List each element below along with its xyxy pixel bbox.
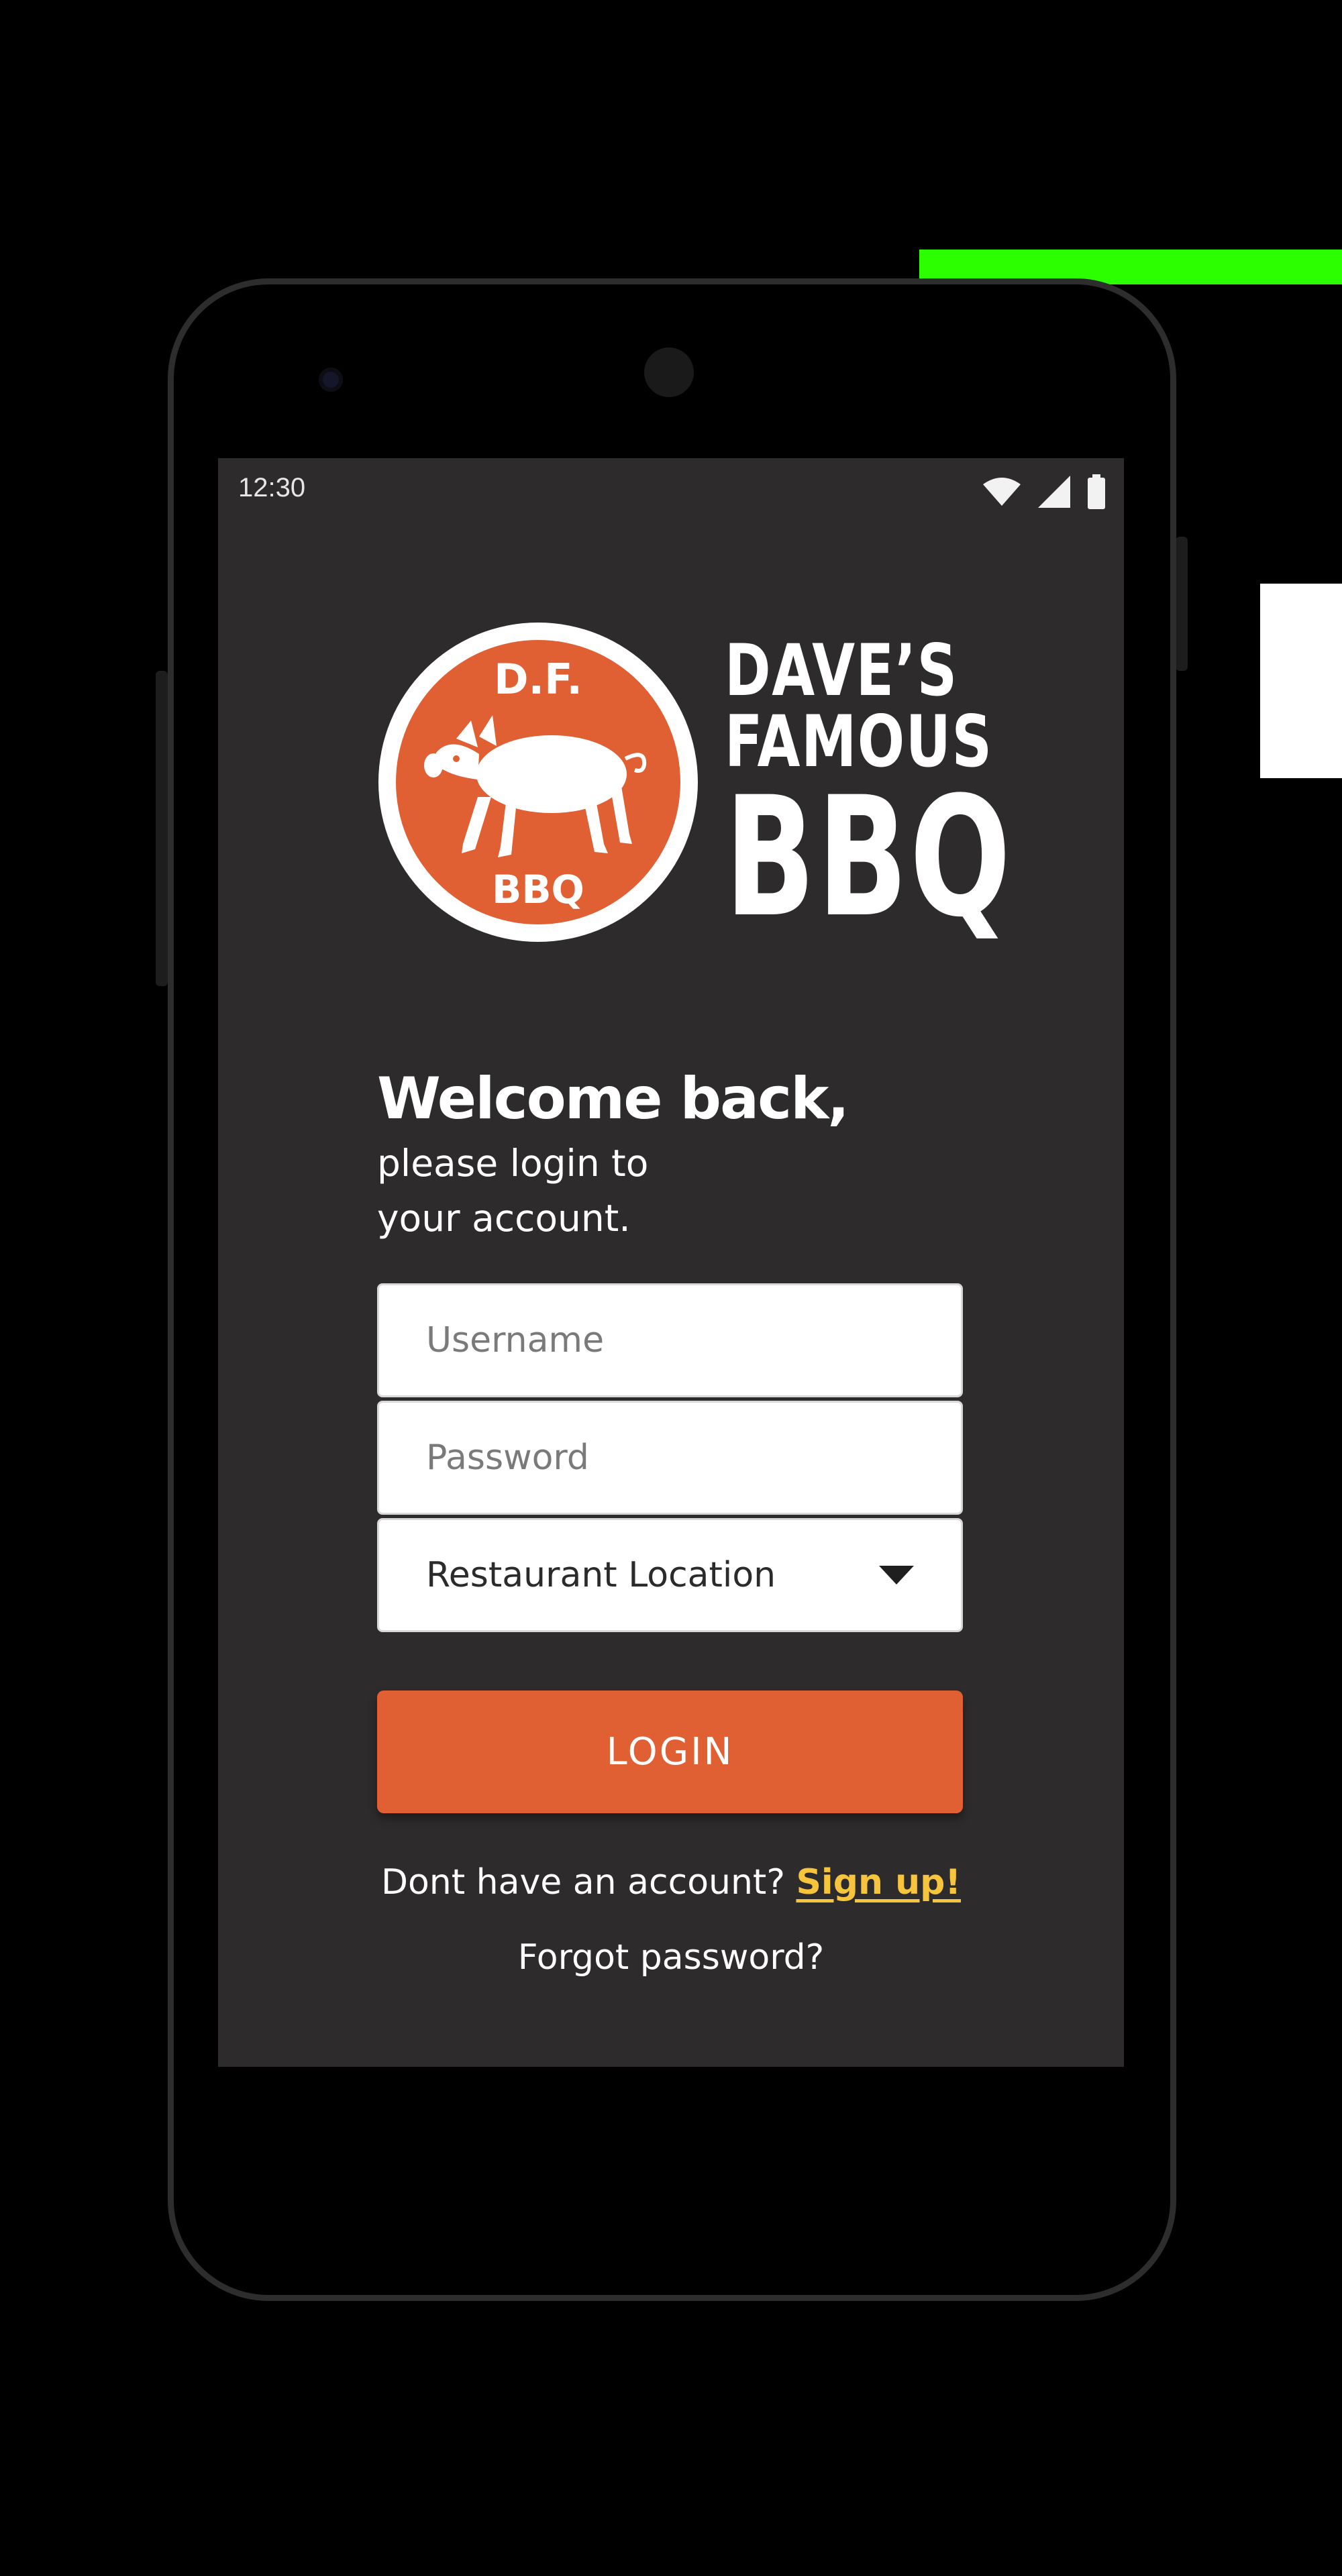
background-artifact-white — [1260, 584, 1342, 778]
battery-icon — [1088, 474, 1105, 509]
status-icons — [983, 473, 1105, 511]
password-input[interactable] — [377, 1401, 963, 1515]
device-stage: 12:30 D.F. BBQ DAVE’S FAMOUS BBQ Welcome… — [0, 0, 1342, 2576]
restaurant-location-select[interactable]: Restaurant Location — [377, 1518, 963, 1632]
earpiece-speaker — [644, 347, 694, 397]
login-button[interactable]: LOGIN — [377, 1690, 963, 1813]
subtitle-line1: please login to — [377, 1142, 649, 1185]
wifi-icon — [983, 478, 1021, 506]
signup-prompt-text: Dont have an account? — [380, 1862, 785, 1902]
power-button — [1176, 537, 1188, 671]
brand-logo-badge: D.F. BBQ — [378, 623, 698, 942]
status-time: 12:30 — [238, 473, 306, 502]
welcome-heading: Welcome back, — [377, 1065, 849, 1132]
forgot-password-link[interactable]: Forgot password? — [218, 1937, 1124, 1978]
restaurant-location-label: Restaurant Location — [426, 1555, 776, 1595]
phone-screen: 12:30 D.F. BBQ DAVE’S FAMOUS BBQ Welcome… — [218, 458, 1124, 2067]
username-input[interactable] — [377, 1283, 963, 1397]
brand-name-line3: BBQ — [725, 762, 1013, 954]
subtitle-line2: your account. — [377, 1197, 631, 1240]
signup-link[interactable]: Sign up! — [796, 1862, 961, 1902]
chevron-down-icon — [879, 1566, 914, 1585]
brand-name-line1: DAVE’S — [725, 629, 958, 712]
badge-bottom-text: BBQ — [492, 867, 584, 912]
signup-prompt-line: Dont have an account? Sign up! — [218, 1862, 1124, 1902]
front-camera — [319, 368, 343, 392]
volume-button — [156, 671, 168, 986]
signal-icon — [1038, 476, 1070, 508]
status-bar: 12:30 — [218, 458, 1124, 525]
badge-top-text: D.F. — [494, 655, 582, 704]
welcome-subtitle: please login to your account. — [377, 1136, 780, 1246]
brand-wordmark: DAVE’S FAMOUS BBQ — [725, 629, 1013, 954]
pig-eye — [453, 755, 460, 762]
